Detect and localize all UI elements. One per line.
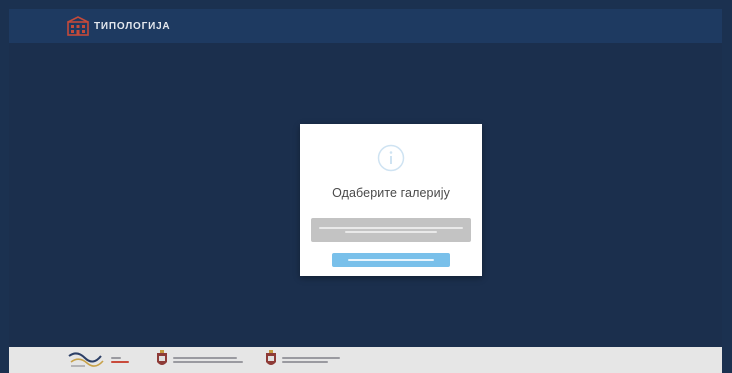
app-window: ТИПОЛОГИЈА Одаберите галерију [9, 9, 722, 347]
partner-text [173, 357, 243, 363]
building-logo-icon [67, 16, 89, 36]
gallery-option-text-line [345, 231, 437, 233]
dialog-title: Одаберите галерију [332, 186, 450, 200]
gallery-option-text-line [319, 227, 463, 229]
partner-logo-3[interactable] [264, 350, 340, 370]
partner-text [282, 357, 340, 363]
footer [9, 347, 722, 373]
confirm-button-text-line [348, 259, 434, 261]
select-gallery-dialog: Одаберите галерију [300, 124, 482, 276]
info-icon [377, 144, 405, 172]
brand-logo[interactable]: ТИПОЛОГИЈА [67, 16, 170, 36]
partner-text [111, 357, 129, 363]
brand-name: ТИПОЛОГИЈА [94, 20, 171, 32]
coat-of-arms-icon [266, 350, 276, 365]
gallery-select[interactable] [311, 218, 471, 242]
partner-logo-2[interactable] [155, 350, 243, 370]
confirm-button[interactable] [332, 253, 450, 267]
top-navigation-bar: ТИПОЛОГИЈА [9, 9, 722, 43]
partner-logo-wave-icon [68, 352, 104, 367]
coat-of-arms-icon [157, 350, 167, 365]
partner-logo-1[interactable] [67, 350, 129, 370]
